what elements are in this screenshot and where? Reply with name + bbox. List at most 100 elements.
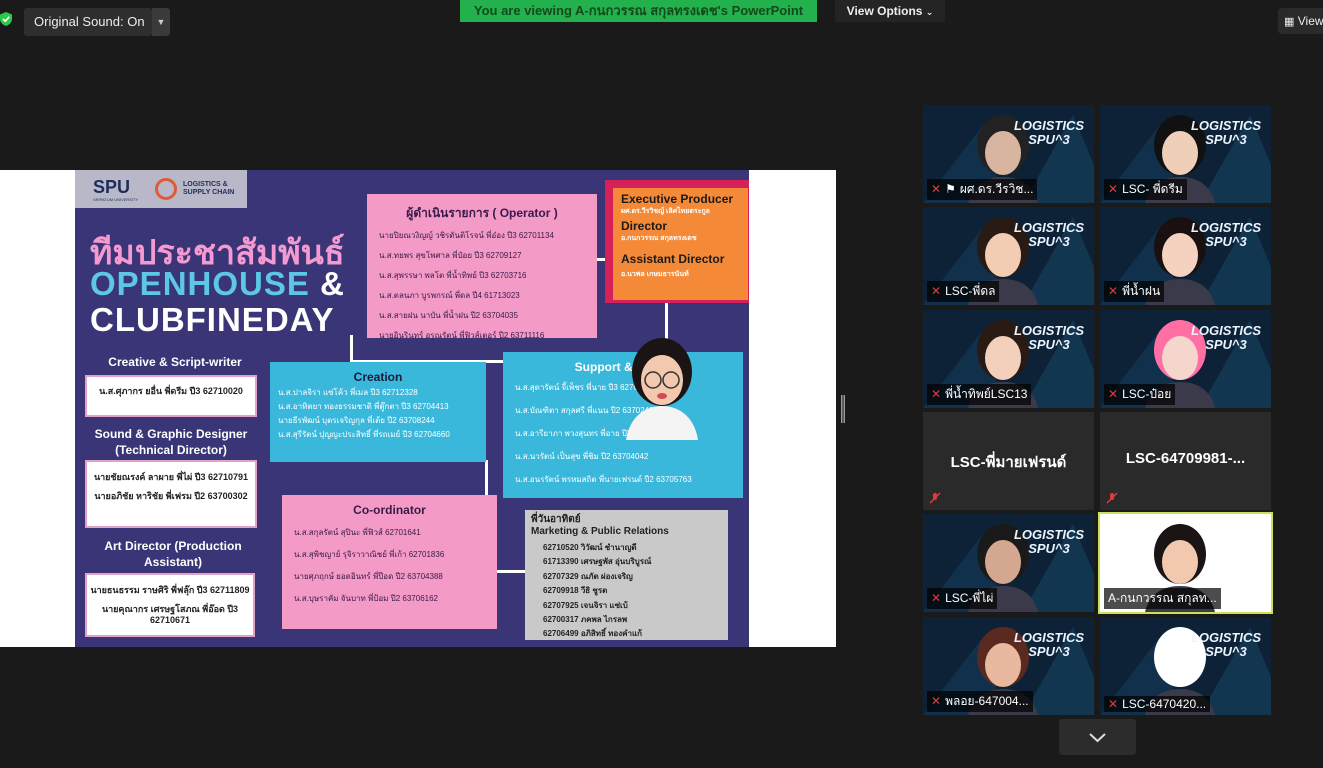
original-sound-dropdown[interactable]: ▼	[152, 8, 170, 36]
participant-name-label: ✕ LSC-ป๋อย	[1104, 384, 1176, 405]
operator-box: ผู้ดำเนินรายการ ( Operator ) นายปิยณวงิญ…	[367, 194, 597, 340]
background-logo-line2: SPU^3	[1205, 132, 1247, 147]
marketing-title-thai: พี่วันอาทิตย์	[531, 514, 581, 525]
mic-muted-icon: ✕	[931, 591, 942, 605]
security-shield-icon[interactable]	[0, 12, 12, 26]
view-options-label: View Options	[846, 4, 923, 18]
coordinator-title: Co-ordinator	[353, 503, 426, 517]
participant-name-text: พลอย-647004...	[945, 694, 1029, 708]
background-logo-line1: LOGISTICS	[1013, 220, 1084, 235]
background-logo: LOGISTICS SPU^3	[1014, 221, 1084, 249]
participant-tile[interactable]: A-กนกวรรณ สกุลท...	[1098, 512, 1273, 614]
art-heading: Art Director (Production Assistant)	[104, 539, 242, 569]
participant-name-label: ✕ LSC-พี่ดล	[927, 281, 1000, 302]
logistics-logo-icon	[155, 178, 177, 200]
chevron-down-icon: ▼	[156, 17, 166, 27]
participant-name-center: LSC-64709981-...	[1125, 450, 1246, 467]
participant-name-label: A-กนกวรรณ สกุลท...	[1104, 588, 1221, 609]
art-names: นายธนธรรม ราษศิริ พี่ฟลุ๊ก ปี3 62711809 …	[85, 573, 255, 637]
participant-name-text: LSC-ป๋อย	[1122, 387, 1172, 401]
background-logo-line1: LOGISTICS	[1013, 527, 1084, 542]
marketing-line: 61713390 เศรษฐพัส อุ่นบริบูรณ์	[543, 557, 652, 567]
operator-line: น.ส.สายฝน นาบัน พี่น้ำฝน ปี2 63704035	[379, 311, 518, 320]
slide-title-openhouse: OPENHOUSE &	[90, 265, 345, 303]
panel-splitter-handle[interactable]	[841, 395, 845, 423]
participant-name-label: ✕ LSC-พี่ไผ่	[927, 588, 998, 609]
background-logo: LOGISTICS SPU^3	[1191, 221, 1261, 249]
background-logo-line1: LOGISTICS	[1013, 630, 1084, 645]
mic-muted-icon: ✕	[931, 182, 942, 196]
participant-tile[interactable]: LOGISTICS SPU^3 ✕ LSC- พี่ดรีม	[1100, 105, 1271, 203]
marketing-box: พี่วันอาทิตย์ Marketing & Public Relatio…	[525, 510, 728, 640]
marketing-title: Marketing & Public Relations	[531, 526, 669, 537]
background-logo-line2: SPU^3	[1028, 132, 1070, 147]
marketing-line: 62706499 อภิสิทธิ์ ทองคำแก้	[543, 629, 642, 639]
participant-tile[interactable]: LOGISTICS SPU^3 ✕ พี่น้ำฝน	[1100, 207, 1271, 305]
sound-heading: Sound & Graphic Designer (Technical Dire…	[94, 427, 248, 457]
gallery-next-page-button[interactable]	[1059, 719, 1136, 755]
coordinator-line: น.ส.สกุลรัตน์ สุปินะ พี่ฟิวส์ 62701641	[294, 528, 421, 537]
participant-name-text: ผศ.ดร.วีรวิช...	[959, 182, 1034, 196]
support-line: น.ส.นวรัตน์ เป็นสุข พี่ชิม ปี2 63704042	[515, 452, 649, 461]
mic-muted-icon: ✕	[931, 284, 942, 298]
sound-names: นายชัยณรงค์ ลาผาย พี่ไผ่ ปี3 62710791 นา…	[85, 460, 257, 528]
ampersand-text: &	[320, 265, 345, 302]
coordinator-box: Co-ordinator น.ส.สกุลรัตน์ สุปินะ พี่ฟิว…	[282, 495, 497, 629]
mic-muted-icon: ✕	[1108, 697, 1119, 711]
creation-line: น.ส.อาทิตยา ทองธรรมชาติ พี่ตู๊กตา ปี3 62…	[278, 402, 449, 411]
creative-names: น.ส.ศุภากร ยอื่น พี่ดรีม ปี3 62710020	[85, 375, 257, 417]
background-logo: LOGISTICS SPU^3	[1191, 631, 1261, 659]
participant-tile[interactable]: LSC-พี่มายเฟรนด์	[923, 412, 1094, 510]
operator-line: น.ส.ตลนภา บูรพกรณ์ พี่ดล ปี4 61713023	[379, 291, 520, 300]
background-logo: LOGISTICS SPU^3	[1191, 119, 1261, 147]
director-label: Director	[621, 219, 668, 233]
participant-name-text: พี่น้ำฝน	[1122, 284, 1161, 298]
background-logo-line1: LOGISTICS	[1013, 118, 1084, 133]
background-logo-line2: SPU^3	[1028, 234, 1070, 249]
coordinator-line: น.ส.สุพิชญาย์ รุจิราวาณิชย์ พี่เก้า 6270…	[294, 550, 445, 559]
original-sound-button[interactable]: Original Sound: On	[24, 8, 152, 36]
marketing-line: 62700317 ภคพล ไกรลพ	[543, 615, 628, 625]
participant-tile[interactable]: LOGISTICS SPU^3 ✕ LSC-พี่ไผ่	[923, 514, 1094, 612]
participant-name-label: ✕ พี่น้ำทิพย์LSC13	[927, 384, 1032, 405]
marketing-line: 62707925 เจนจิรา แซ่เบ้	[543, 600, 628, 610]
background-logo-line2: SPU^3	[1205, 234, 1247, 249]
chevron-down-icon	[1089, 733, 1106, 743]
background-logo-line1: LOGISTICS	[1190, 220, 1261, 235]
mic-muted-icon: ✕	[931, 387, 942, 401]
assistant-director-name: อ.นวพล เกษมธารนันท์	[621, 271, 689, 278]
openhouse-text: OPENHOUSE	[90, 265, 310, 302]
marketing-line: 62707329 ณภัต ผ่องเจริญ	[543, 571, 633, 581]
participant-name-text: LSC-พี่ไผ่	[945, 591, 994, 605]
participant-tile[interactable]: LOGISTICS SPU^3 ✕ LSC-ป๋อย	[1100, 310, 1271, 408]
view-options-button[interactable]: View Options ⌄	[835, 0, 945, 22]
participant-name-label: ✕ LSC- พี่ดรีม	[1104, 179, 1187, 200]
participant-tile[interactable]: LOGISTICS SPU^3 ✕ พลอย-647004...	[923, 617, 1094, 715]
presenter-video-overlay	[626, 338, 698, 440]
mic-muted-icon: ✕	[1108, 284, 1119, 298]
mic-muted-icon	[1106, 492, 1118, 504]
support-line: น.ส.อนรรัตน์ พรหมสถิต พี่นายเฟรนด์ ปี2 6…	[515, 475, 692, 484]
slide-title-clubfineday: CLUBFINEDAY	[90, 301, 335, 338]
mic-muted-icon: ✕	[931, 694, 942, 708]
creative-heading: Creative & Script-writer	[108, 355, 242, 369]
executive-producer-name: ผศ.ดร.วีรวิชญ์ เลิศไทยตระกูล	[621, 208, 710, 215]
participant-tile[interactable]: LOGISTICS SPU^3 ✕ LSC-6470420...	[1100, 617, 1271, 715]
participant-name-label: ✕ LSC-6470420...	[1104, 696, 1211, 712]
operator-line: น.ส.สุพรรษา พลโต พี่น้ำทิพย์ ปี3 6270371…	[379, 271, 527, 280]
pin-icon: ⚑	[945, 182, 956, 196]
participant-tile[interactable]: LOGISTICS SPU^3 ✕ LSC-พี่ดล	[923, 207, 1094, 305]
art-name: นายธนธรรม ราษศิริ พี่ฟลุ๊ก ปี3 62711809	[90, 585, 250, 595]
creation-line: น.ส.ปาลจิรา แซ่โค้ว พี่เมล ปี3 62712328	[278, 388, 418, 397]
participant-tile[interactable]: LSC-64709981-...	[1100, 412, 1271, 510]
operator-line: นายปิยณวงิญญ์ วชิรตันติโรจน์ พี่อ๋อง ปี3…	[379, 231, 554, 240]
background-logo-line2: SPU^3	[1028, 541, 1070, 556]
logo-spu-subtext: SRIPATUM UNIVERSITY	[93, 197, 139, 202]
participant-tile[interactable]: LOGISTICS SPU^3 ✕ พี่น้ำทิพย์LSC13	[923, 310, 1094, 408]
assistant-director-label: Assistant Director	[621, 252, 725, 266]
creation-box: Creation น.ส.ปาลจิรา แซ่โค้ว พี่เมล ปี3 …	[270, 362, 486, 462]
grid-icon: ▦	[1284, 16, 1295, 28]
view-layout-button[interactable]: ▦ View	[1278, 8, 1323, 34]
participant-tile[interactable]: LOGISTICS SPU^3 ✕ ⚑ ผศ.ดร.วีรวิช...	[923, 105, 1094, 203]
participant-name-text: พี่น้ำทิพย์LSC13	[945, 387, 1028, 401]
